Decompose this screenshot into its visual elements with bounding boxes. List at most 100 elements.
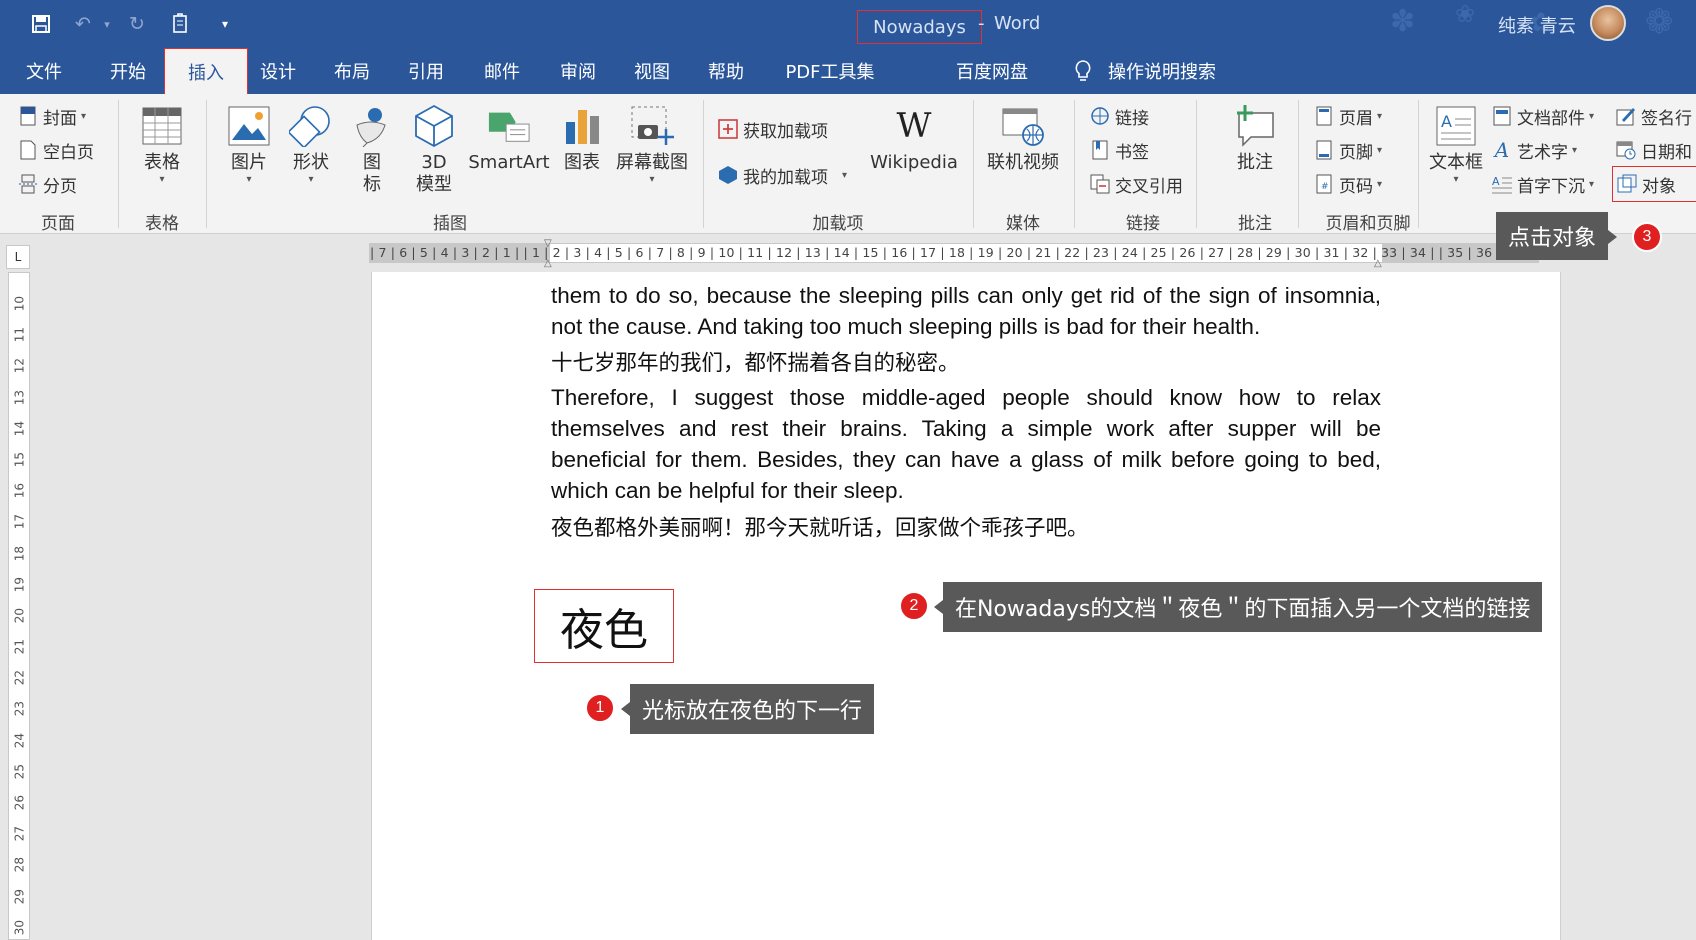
touch-mode-icon[interactable] <box>166 10 196 38</box>
indent-marker-icon[interactable]: ▽ <box>544 238 552 249</box>
tab-help[interactable]: 帮助 <box>704 48 748 94</box>
vertical-ruler-number: 21 <box>12 639 27 655</box>
user-name[interactable]: 纯素 青云 <box>1498 12 1576 38</box>
avatar[interactable] <box>1590 5 1626 41</box>
vertical-ruler-number: 30 <box>12 919 27 935</box>
tab-review[interactable]: 审阅 <box>556 48 600 94</box>
callout-step-2: 在Nowadays的文档＂夜色＂的下面插入另一个文档的链接 <box>933 582 1543 632</box>
ribbon-divider <box>206 100 207 228</box>
tab-file[interactable]: 文件 <box>22 48 66 94</box>
drop-cap-button[interactable]: A 首字下沉 ▾ <box>1492 169 1594 199</box>
group-label-media: 媒体 <box>1006 214 1040 234</box>
get-addins-button[interactable]: 获取加载项 <box>718 114 828 144</box>
body-paragraph-chinese[interactable]: 十七岁那年的我们，都怀揣着各自的秘密。 <box>551 346 960 377</box>
page-number-label: 页码 <box>1339 176 1373 197</box>
blank-page-button[interactable]: 空白页 <box>18 135 94 165</box>
cross-reference-label: 交叉引用 <box>1115 176 1183 197</box>
vertical-ruler[interactable]: 10 11 12 13 14 15 16 17 18 19 20 21 22 23 24 25 26 27 28 29… <box>8 272 30 940</box>
drop-cap-icon: A <box>1492 174 1512 194</box>
wikipedia-label: Wikipedia <box>870 152 958 173</box>
page-break-button[interactable]: 分页 <box>18 169 77 199</box>
table-button[interactable]: 表格 ▾ <box>134 104 190 186</box>
quick-parts-label: 文档部件 <box>1517 108 1585 129</box>
tell-me-search[interactable]: 操作说明搜索 <box>1106 48 1218 94</box>
3d-models-button[interactable]: 3D 模型 <box>408 104 460 196</box>
shapes-button[interactable]: 形状 ▾ <box>284 104 338 186</box>
save-icon[interactable] <box>26 10 56 38</box>
object-button[interactable]: 对象 <box>1612 166 1696 202</box>
my-addins-button[interactable]: 我的加载项 ▾ <box>718 160 847 190</box>
online-video-button[interactable]: 联机视频 <box>984 104 1062 174</box>
page-number-icon: # <box>1314 174 1334 194</box>
blank-page-icon <box>18 140 38 160</box>
crab-decoration-icon: ✽ <box>1390 4 1416 39</box>
wordart-button[interactable]: A 艺术字 ▾ <box>1492 135 1577 165</box>
tab-insert[interactable]: 插入 <box>164 48 248 94</box>
wikipedia-icon: W <box>896 106 932 146</box>
date-time-button[interactable]: 日期和 <box>1616 135 1692 165</box>
shell-decoration-icon: ❀ <box>1455 0 1476 28</box>
vertical-ruler-number: 15 <box>12 451 27 468</box>
tab-references[interactable]: 引用 <box>404 48 448 94</box>
tab-layout[interactable]: 布局 <box>330 48 374 94</box>
cross-reference-icon <box>1090 174 1110 194</box>
footer-button[interactable]: 页脚 ▾ <box>1314 135 1382 165</box>
wordart-icon: A <box>1494 138 1510 162</box>
chart-button[interactable]: 图表 <box>560 104 604 174</box>
link-button[interactable]: 链接 <box>1090 101 1149 131</box>
page-number-button[interactable]: # 页码 ▾ <box>1314 169 1382 199</box>
tab-mailings[interactable]: 邮件 <box>480 48 524 94</box>
cross-reference-button[interactable]: 交叉引用 <box>1090 169 1183 199</box>
vertical-ruler-number: 20 <box>12 607 27 624</box>
ribbon-divider <box>1074 100 1075 228</box>
wordart-label: 艺术字 <box>1517 142 1568 163</box>
table-icon <box>140 104 184 148</box>
body-paragraph[interactable]: Therefore, I suggest those middle-aged p… <box>551 382 1381 506</box>
callout-step-3: 点击对象 <box>1496 212 1618 260</box>
body-paragraph-chinese[interactable]: 夜色都格外美丽啊！那今天就听话，回家做个乖孩子吧。 <box>551 511 1089 542</box>
group-label-illustrations: 插图 <box>433 214 467 234</box>
tab-selector[interactable]: L <box>6 245 30 269</box>
quick-parts-icon <box>1492 106 1512 126</box>
new-comment-button[interactable]: 批注 <box>1222 104 1288 174</box>
title-bar: ↶ ▾ ↻ ▾ Nowadays - Word ✽ ❀ ✿ ❁ 纯素 青云 <box>0 0 1696 48</box>
header-button[interactable]: 页眉 ▾ <box>1314 101 1382 131</box>
smartart-button[interactable]: SmartArt <box>466 104 552 174</box>
hanging-indent-icon[interactable]: △ <box>544 258 552 269</box>
step-badge-1: 1 <box>585 693 615 723</box>
quick-parts-button[interactable]: 文档部件 ▾ <box>1492 101 1594 131</box>
redo-icon[interactable]: ↻ <box>122 10 152 38</box>
signature-line-button[interactable]: 签名行 <box>1616 101 1692 131</box>
pictures-label: 图片 <box>231 152 267 173</box>
heading-text[interactable]: 夜色 <box>534 589 674 663</box>
vertical-ruler-number: 24 <box>12 732 27 748</box>
callout-step-1: 光标放在夜色的下一行 <box>620 684 875 734</box>
customize-quick-access-icon[interactable]: ▾ <box>210 10 240 38</box>
right-indent-icon[interactable]: △ <box>1374 258 1382 269</box>
header-icon <box>1314 106 1334 126</box>
chart-icon <box>560 104 604 148</box>
title-separator: - <box>978 13 985 34</box>
bookmark-button[interactable]: 书签 <box>1090 135 1149 165</box>
icons-button[interactable]: 图标 <box>348 104 396 196</box>
group-label-comments: 批注 <box>1238 214 1272 234</box>
chevron-down-icon: ▾ <box>1453 174 1459 185</box>
undo-dropdown-icon[interactable]: ▾ <box>92 10 122 38</box>
wikipedia-button[interactable]: W Wikipedia <box>868 104 960 174</box>
link-label: 链接 <box>1115 108 1149 129</box>
tab-pdf-tools[interactable]: PDF工具集 <box>782 48 878 94</box>
octopus-decoration-icon: ❁ <box>1645 2 1674 42</box>
tab-baidu-netdisk[interactable]: 百度网盘 <box>954 48 1030 94</box>
cover-page-button[interactable]: 封面 ▾ <box>18 101 86 131</box>
my-addins-label: 我的加载项 <box>743 167 828 188</box>
body-paragraph[interactable]: them to do so, because the sleeping pill… <box>551 280 1381 342</box>
tab-design[interactable]: 设计 <box>256 48 300 94</box>
ribbon-divider <box>1298 100 1299 228</box>
text-box-button[interactable]: A 文本框 ▾ <box>1426 104 1486 186</box>
pictures-button[interactable]: 图片 ▾ <box>222 104 276 186</box>
tab-home[interactable]: 开始 <box>104 48 152 94</box>
vertical-ruler-number: 22 <box>12 670 27 686</box>
tab-view[interactable]: 视图 <box>630 48 674 94</box>
cube-icon <box>412 104 456 148</box>
screenshot-button[interactable]: 屏幕截图 ▾ <box>614 104 690 186</box>
